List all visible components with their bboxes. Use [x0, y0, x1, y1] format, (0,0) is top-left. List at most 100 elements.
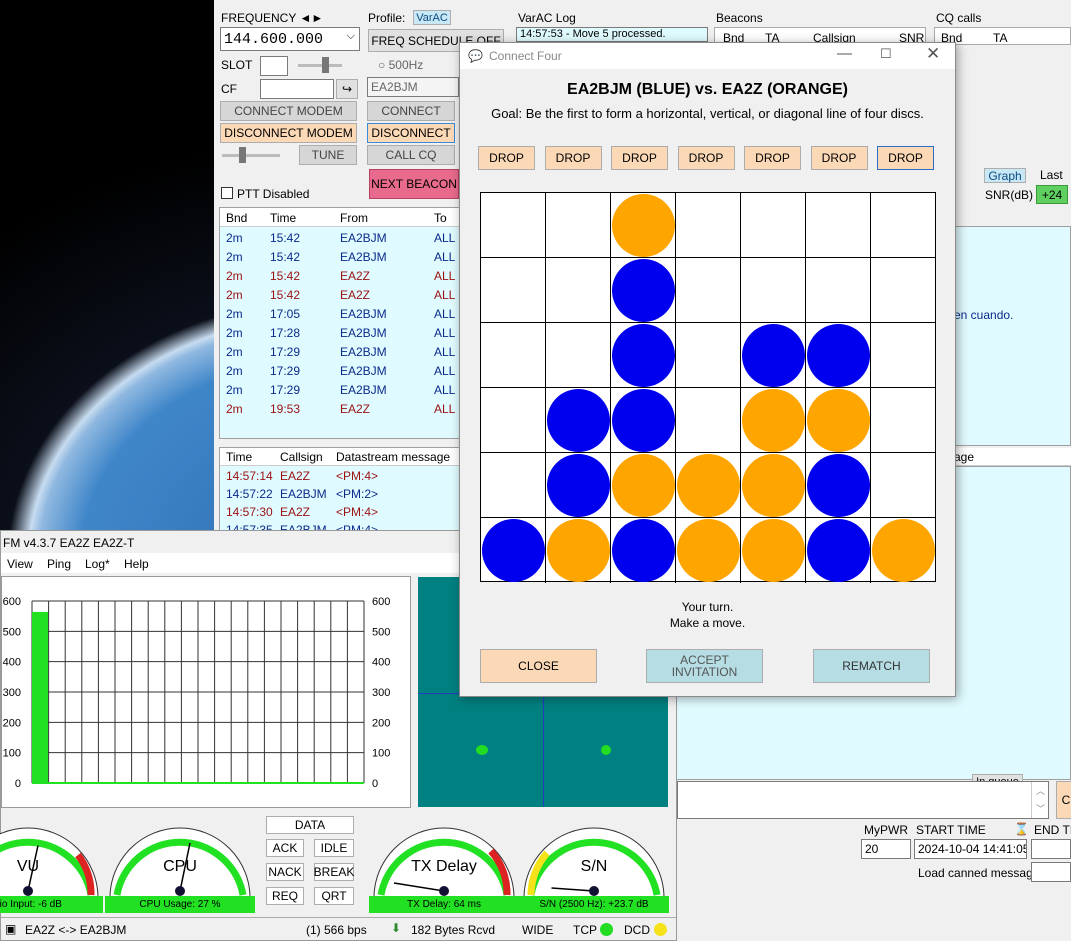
close-button[interactable]: CLOSE — [480, 649, 597, 683]
board-cell[interactable] — [806, 323, 871, 388]
graph-button[interactable]: Graph — [984, 168, 1026, 183]
board-cell[interactable] — [481, 453, 546, 518]
board-cell[interactable] — [741, 258, 806, 323]
call-cq-button[interactable]: CALL CQ — [367, 145, 455, 165]
cf-input[interactable] — [260, 79, 334, 99]
board-cell[interactable] — [806, 258, 871, 323]
drop-button-col-5[interactable]: DROP — [744, 146, 801, 170]
table-row[interactable]: 2m 17:29 EA2BJM ALL — [220, 342, 463, 361]
table-row[interactable]: 2m 15:42 EA2BJM ALL — [220, 247, 463, 266]
disconnect-button[interactable]: DISCONNECT — [367, 123, 455, 143]
board-cell[interactable] — [611, 323, 676, 388]
slot-slider-thumb[interactable] — [322, 57, 329, 73]
board-cell[interactable] — [871, 518, 936, 583]
board-cell[interactable] — [741, 453, 806, 518]
board-cell[interactable] — [481, 193, 546, 258]
board-cell[interactable] — [546, 258, 611, 323]
board-cell[interactable] — [676, 388, 741, 453]
board-cell[interactable] — [741, 388, 806, 453]
canned-select[interactable] — [1031, 862, 1071, 882]
table-row[interactable]: 2m 15:42 EA2Z ALL — [220, 285, 463, 304]
board-cell[interactable] — [611, 518, 676, 583]
board-cell[interactable] — [676, 323, 741, 388]
drop-button-col-4[interactable]: DROP — [677, 146, 735, 170]
board-cell[interactable] — [481, 323, 546, 388]
board-cell[interactable] — [741, 323, 806, 388]
board-cell[interactable] — [676, 518, 741, 583]
board-cell[interactable] — [676, 453, 741, 518]
table-row[interactable]: 14:57:14 EA2Z <PM:4> — [220, 467, 463, 486]
board-cell[interactable] — [806, 193, 871, 258]
drop-button-col-3[interactable]: DROP — [611, 146, 668, 170]
maximize-icon[interactable]: ☐ — [880, 46, 892, 62]
tune-slider[interactable] — [222, 154, 280, 157]
drop-button-col-1[interactable]: DROP — [478, 146, 535, 170]
table-row[interactable]: 2m 17:29 EA2BJM ALL — [220, 380, 463, 399]
board-cell[interactable] — [481, 388, 546, 453]
board-cell[interactable] — [546, 518, 611, 583]
enter-icon[interactable]: ↪ — [336, 79, 358, 99]
board-cell[interactable] — [871, 388, 936, 453]
disconnect-modem-button[interactable]: DISCONNECT MODEM — [220, 123, 357, 143]
board-cell[interactable] — [546, 388, 611, 453]
start-time-input[interactable]: 2024-10-04 14:41:05 — [914, 839, 1027, 859]
drop-button-col-2[interactable]: DROP — [544, 146, 602, 170]
accept-invitation-button[interactable]: ACCEPT INVITATION — [646, 649, 763, 683]
minimize-icon[interactable]: — — [837, 45, 852, 62]
close-icon[interactable]: ✕ — [926, 44, 940, 64]
board-cell[interactable] — [546, 453, 611, 518]
table-row[interactable]: 2m 17:28 EA2BJM ALL — [220, 323, 463, 342]
tune-slider-thumb[interactable] — [239, 147, 246, 163]
board-cell[interactable] — [741, 193, 806, 258]
menu-log[interactable]: Log* — [85, 557, 110, 571]
board-cell[interactable] — [546, 193, 611, 258]
messages-list[interactable]: Bnd Time From To 2m 15:42 EA2BJM ALL 2m 15:42… — [219, 207, 464, 439]
connect-modem-button[interactable]: CONNECT MODEM — [220, 101, 357, 121]
menu-ping[interactable]: Ping — [47, 557, 71, 571]
table-row[interactable]: 2m 19:53 EA2Z ALL — [220, 399, 463, 418]
board-cell[interactable] — [546, 323, 611, 388]
board-cell[interactable] — [806, 388, 871, 453]
message-input[interactable] — [677, 781, 1049, 819]
connect-button[interactable]: CONNECT — [367, 101, 455, 121]
table-row[interactable]: 2m 17:05 EA2BJM ALL — [220, 304, 463, 323]
board-cell[interactable] — [871, 323, 936, 388]
table-row[interactable]: 2m 15:42 EA2Z ALL — [220, 266, 463, 285]
board-cell[interactable] — [611, 258, 676, 323]
tune-button[interactable]: TUNE — [299, 145, 357, 165]
table-row[interactable]: 2m 15:42 EA2BJM ALL — [220, 228, 463, 247]
board-cell[interactable] — [481, 258, 546, 323]
menu-help[interactable]: Help — [124, 557, 149, 571]
board-cell[interactable] — [611, 453, 676, 518]
rematch-button[interactable]: REMATCH — [813, 649, 930, 683]
bw-500-radio[interactable]: ○ 500Hz — [378, 58, 423, 72]
drop-button-col-7[interactable]: DROP — [877, 146, 934, 170]
board-cell[interactable] — [481, 518, 546, 583]
drop-button-col-6[interactable]: DROP — [810, 146, 868, 170]
end-time-input[interactable] — [1031, 839, 1071, 859]
message-scroll[interactable]: ︿ ﹀ — [1031, 782, 1049, 818]
board-cell[interactable] — [676, 193, 741, 258]
table-row[interactable]: 14:57:22 EA2BJM <PM:2> — [220, 485, 463, 504]
profile-button[interactable]: VarAC — [413, 10, 451, 25]
frequency-input[interactable]: 144.600.000 ⌵ — [220, 27, 360, 51]
slot-slider[interactable] — [298, 64, 342, 67]
next-beacon-button[interactable]: NEXT BEACON — [369, 169, 459, 199]
board-cell[interactable] — [871, 193, 936, 258]
table-row[interactable]: 2m 17:29 EA2BJM ALL — [220, 361, 463, 380]
ptt-checkbox[interactable] — [221, 187, 233, 199]
board-cell[interactable] — [806, 518, 871, 583]
send-button[interactable]: C — [1056, 781, 1071, 819]
board-cell[interactable] — [611, 193, 676, 258]
menu-view[interactable]: View — [7, 557, 33, 571]
board-cell[interactable] — [871, 258, 936, 323]
board-cell[interactable] — [806, 453, 871, 518]
callsign-input[interactable]: EA2BJM — [367, 77, 459, 97]
slot-input[interactable] — [260, 56, 288, 76]
table-row[interactable]: 14:57:30 EA2Z <PM:4> — [220, 503, 463, 522]
board-cell[interactable] — [871, 453, 936, 518]
mypwr-input[interactable]: 20 — [861, 839, 911, 859]
board-cell[interactable] — [611, 388, 676, 453]
board-cell[interactable] — [676, 258, 741, 323]
board-cell[interactable] — [741, 518, 806, 583]
